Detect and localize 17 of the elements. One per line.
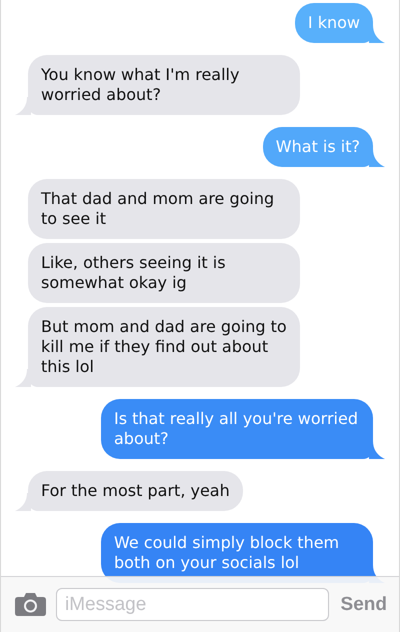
sent-message: I know (294, 3, 373, 43)
bubble-tail (369, 149, 385, 167)
sent-message: Is that really all you're worried about? (101, 399, 373, 459)
received-message: That dad and mom are going to see it (28, 179, 300, 239)
bubble-tail (369, 441, 385, 459)
bubble-tail (369, 25, 385, 43)
received-message: You know what I'm really worried about? (28, 55, 300, 115)
bubble-tail (15, 369, 31, 387)
sent-message: What is it? (262, 127, 373, 167)
message-input[interactable]: iMessage (56, 588, 329, 621)
received-message: Like, others seeing it is somewhat okay ig (28, 243, 300, 303)
received-message: For the most part, yeah (28, 471, 243, 511)
bubble-tail (15, 493, 31, 511)
received-message: But mom and dad are going to kill me if they find out about this lol (28, 307, 300, 387)
send-button[interactable]: Send (338, 594, 387, 616)
bubble-tail (15, 97, 31, 115)
camera-icon[interactable] (15, 593, 46, 616)
